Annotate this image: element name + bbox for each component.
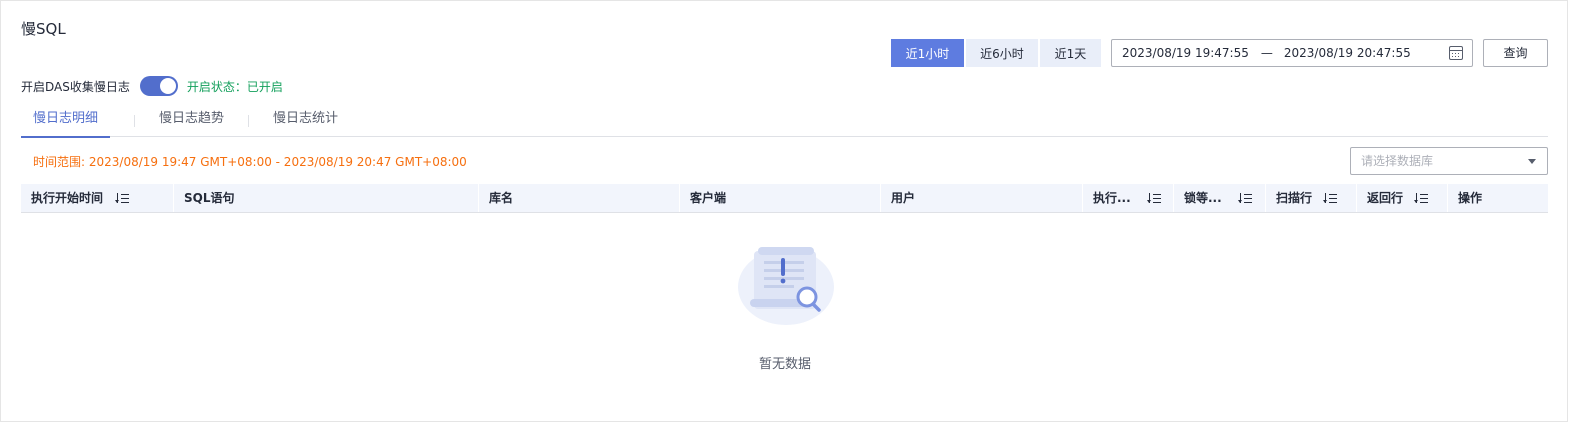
das-status-text: 开启状态：已开启 bbox=[186, 79, 283, 94]
column-header-actions: 操作 bbox=[1448, 184, 1548, 212]
sort-icon[interactable] bbox=[115, 193, 130, 203]
database-select[interactable]: 请选择数据库 bbox=[1350, 147, 1548, 175]
date-range-separator: — bbox=[1260, 46, 1273, 60]
time-range-text: 时间范围: 2023/08/19 19:47 GMT+08:00 - 2023/… bbox=[33, 155, 467, 169]
column-header-exec-time[interactable]: 执行... bbox=[1083, 184, 1174, 212]
time-button-1h[interactable]: 近1小时 bbox=[891, 39, 964, 67]
column-label: 执行... bbox=[1093, 191, 1131, 205]
time-button-6h[interactable]: 近6小时 bbox=[966, 39, 1038, 67]
tab-slow-log-trend[interactable]: 慢日志趋势 bbox=[159, 105, 224, 137]
calendar-icon[interactable] bbox=[1449, 46, 1463, 60]
switch-knob bbox=[159, 78, 176, 94]
das-collect-label: 开启DAS收集慢日志 bbox=[21, 79, 130, 94]
column-label: 扫描行 bbox=[1276, 191, 1313, 205]
date-range-end: 2023/08/19 20:47:55 bbox=[1283, 46, 1411, 60]
table-header: 执行开始时间 SQL语句 库名 客户端 用户 执行... 锁等... 扫描行 返… bbox=[21, 184, 1548, 213]
column-header-client: 客户端 bbox=[680, 184, 881, 212]
column-label: 库名 bbox=[489, 191, 514, 205]
column-label: 操作 bbox=[1458, 191, 1483, 205]
column-header-rows-returned[interactable]: 返回行 bbox=[1357, 184, 1448, 212]
column-header-lock-wait[interactable]: 锁等... bbox=[1174, 184, 1266, 212]
sort-icon[interactable] bbox=[1323, 193, 1338, 203]
column-header-exec-start-time[interactable]: 执行开始时间 bbox=[21, 184, 174, 212]
column-header-sql: SQL语句 bbox=[174, 184, 479, 212]
column-header-db-name: 库名 bbox=[479, 184, 680, 212]
empty-state-text: 暂无数据 bbox=[758, 357, 811, 372]
slow-log-tabs: 慢日志明细 慢日志趋势 慢日志统计 bbox=[21, 105, 1548, 138]
column-label: 用户 bbox=[891, 191, 916, 205]
tab-slow-log-stats[interactable]: 慢日志统计 bbox=[273, 105, 338, 137]
chevron-down-icon bbox=[1528, 159, 1536, 164]
date-range-picker[interactable]: 2023/08/19 19:47:55 — 2023/08/19 20:47:5… bbox=[1111, 39, 1473, 67]
column-label: 返回行 bbox=[1367, 191, 1404, 205]
column-label: 客户端 bbox=[690, 191, 727, 205]
column-label: SQL语句 bbox=[184, 191, 235, 205]
empty-data-icon bbox=[738, 247, 834, 325]
sort-icon[interactable] bbox=[1238, 193, 1253, 203]
database-select-placeholder: 请选择数据库 bbox=[1361, 154, 1434, 168]
time-quick-select: 近1小时 近6小时 近1天 bbox=[891, 39, 1103, 67]
time-button-1d[interactable]: 近1天 bbox=[1040, 39, 1101, 67]
tab-divider bbox=[134, 115, 136, 127]
column-label: 锁等... bbox=[1184, 191, 1222, 205]
date-range-start: 2023/08/19 19:47:55 bbox=[1122, 46, 1249, 60]
column-header-rows-scanned[interactable]: 扫描行 bbox=[1266, 184, 1357, 212]
das-collect-switch[interactable] bbox=[139, 76, 178, 96]
sort-icon[interactable] bbox=[1147, 193, 1162, 203]
column-label: 执行开始时间 bbox=[31, 191, 104, 205]
das-collect-row: 开启DAS收集慢日志 开启状态：已开启 bbox=[21, 76, 283, 96]
slow-sql-panel: 慢SQL 近1小时 近6小时 近1天 2023/08/19 19:47:55 —… bbox=[0, 0, 1568, 422]
tab-slow-log-detail[interactable]: 慢日志明细 bbox=[21, 105, 111, 138]
tab-divider bbox=[248, 115, 250, 127]
sort-icon[interactable] bbox=[1414, 193, 1429, 203]
column-header-user: 用户 bbox=[881, 184, 1083, 212]
query-button[interactable]: 查询 bbox=[1483, 39, 1548, 67]
page-title: 慢SQL bbox=[21, 20, 66, 38]
